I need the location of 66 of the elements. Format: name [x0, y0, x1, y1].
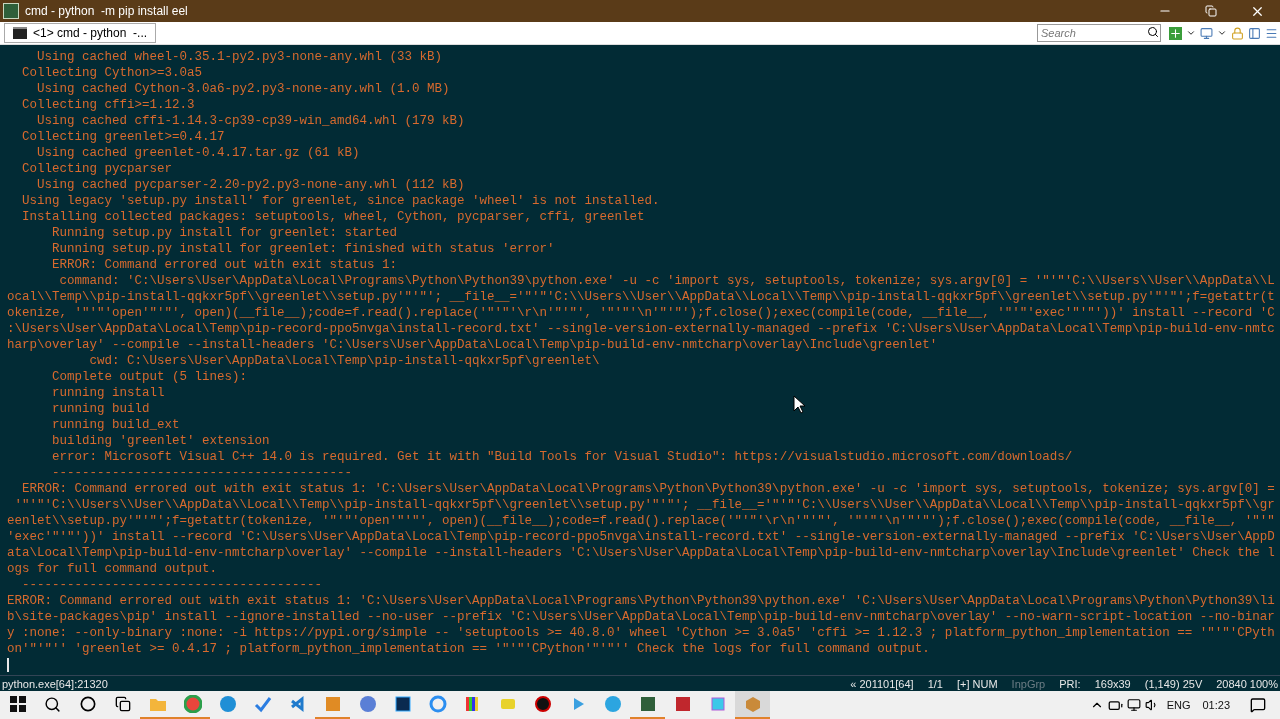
console-line: Using legacy 'setup.py install' for greenlet, since package 'wheel' is not installed.: [21, 193, 660, 209]
status-label: « 201101[64]: [850, 677, 914, 690]
console-line: ----------------------------------------: [21, 577, 323, 593]
status-label: 20840 100%: [1216, 677, 1278, 690]
console-line: y :none: --only-binary :none: -i https://pypi.org/simple -- 'setuptools >= 40.8.0' wheel 'Cython >= 3.0a5' 'cffi >= 1.12.3 ; platform_python_implementation == '"'"'CPyth: [7, 625, 1275, 641]
console-line: Collecting Cython>=3.0a5: [21, 65, 203, 81]
console-line: ----------------------------------------: [51, 465, 353, 481]
console-line: ERROR: Command errored out with exit status 1: 'C:\Users\User\AppData\Local\Programs\Python\Python39\python.exe' 'C:\Users\User\AppData\Local\Programs\Python\Python39\li: [7, 593, 1275, 609]
dropdown-icon[interactable]: [1217, 28, 1227, 38]
console-line: ata\Local\Temp\pip-build-env-nmtcharp\overlay' --compile --install-headers 'C:\Users\User\AppData\Local\Temp\pip-build-env-nmtcharp\overlay\Include\greenlet' Check the l: [7, 545, 1275, 561]
console-line: running build_ext: [51, 417, 180, 433]
search-field[interactable]: Search: [1037, 24, 1161, 42]
console-line: cwd: C:\Users\User\AppData\Local\Temp\pip-install-qqkxr5pf\greenlet\: [88, 353, 600, 369]
clock[interactable]: 01:23: [1202, 699, 1230, 711]
mouse-pointer-icon: [793, 395, 805, 414]
console-line: Running setup.py install for greenlet: started: [51, 225, 398, 241]
process-label: python.exe[64]:21320: [2, 677, 108, 690]
new-console-icon[interactable]: [1169, 26, 1182, 40]
app-icon: [3, 3, 19, 19]
console-line: Collecting pycparser: [21, 161, 173, 177]
status-label: (1,149) 25V: [1144, 677, 1203, 690]
search-icon[interactable]: [1147, 26, 1159, 38]
layout-icon[interactable]: [1200, 26, 1213, 40]
status-label: 169x39: [1094, 677, 1131, 690]
console-line: running install: [51, 385, 165, 401]
console-line: Collecting cffi>=1.12.3: [21, 97, 195, 113]
console-line: Using cached cffi-1.14.3-cp39-cp39-win_amd64.whl (179 kB): [36, 113, 465, 129]
console-line: b\site-packages\pip' install --ignore-installed --no-user --prefix 'C:\Users\User\AppData\Local\Temp\pip-build-env-nmtcharp\overlay' --no-warn-script-location --no-binar: [7, 609, 1275, 625]
menu-icon[interactable]: [1265, 26, 1278, 40]
console-line: ERROR: Command errored out with exit status 1: 'C:\Users\User\AppData\Local\Programs\Python\Python39\python.exe' -u -c 'import sys, setuptools, tokenize; sys.argv[0] =: [21, 481, 1275, 497]
console-line: running build: [51, 401, 150, 417]
console-line: Complete output (5 lines):: [51, 369, 248, 385]
status-label: PRI:: [1059, 677, 1081, 690]
status-label: 1/1: [927, 677, 943, 690]
console-line: ogs for full command output.: [7, 561, 218, 577]
console-line: command: 'C:\Users\User\AppData\Local\Programs\Python\Python39\python.exe' -u -c 'import sys, setuptools, tokenize; sys.argv[0] = '"'"'C:\\Users\\User\\AppData\\L: [58, 273, 1275, 289]
language-indicator[interactable]: ENG: [1166, 699, 1191, 711]
console-line: ERROR: Command errored out with exit status 1:: [51, 257, 398, 273]
console-line: :\Users\User\AppData\Local\Temp\pip-record-ppo5nvga\install-record.txt' --single-version-externally-managed --prefix 'C:\Users\User\AppData\Local\Temp\pip-build-env-nmtc: [7, 321, 1275, 337]
panel-icon[interactable]: [1248, 26, 1261, 40]
console-line: okenize, '"'"'open'"'"', open)(__file__);code=f.read().replace('"'"'\r\n'"'"', '"'"'\n'"'"');f.close();exec(compile(code, __file__, '"'"'exec'"'"'))' install --record 'C: [7, 305, 1275, 321]
text-cursor: [7, 658, 9, 672]
console-tab[interactable]: <1> cmd - python -...: [4, 23, 157, 43]
status-label: [+] NUM: [956, 677, 998, 690]
restore-icon[interactable]: [1205, 5, 1217, 17]
notification-icon[interactable]: [1250, 697, 1266, 713]
console-line: 'exec'"'"'))' install --record 'C:\Users\User\AppData\Local\Temp\pip-record-ppo5nvga\install-record.txt' --single-version-externally-managed --prefix 'C:\Users\User\AppD: [7, 529, 1275, 545]
console-line: building 'greenlet' extension: [51, 433, 270, 449]
console-line: Using cached wheel-0.35.1-py2.py3-none-any.whl (33 kB): [36, 49, 443, 65]
console-line: Using cached greenlet-0.4.17.tar.gz (61 kB): [36, 145, 360, 161]
dropdown-icon[interactable]: [1186, 28, 1196, 38]
console-line: Using cached pycparser-2.20-py2.py3-none-any.whl (112 kB): [36, 177, 465, 193]
console-line: error: Microsoft Visual C++ 14.0 is required. Get it with "Build Tools for Visual Studio": https://visualstudio.microsoft.com/downloads/: [51, 449, 1073, 465]
console-line: '"'"'C:\\Users\\User\\AppData\\Local\\Temp\\pip-install-qqkxr5pf\\greenlet\\setup.py'"'"'; __file__='"'"'C:\\Users\\User\\AppData\\Local\\Temp\\pip-install-qqkxr5pf\\gr: [13, 497, 1275, 513]
console-icon: [13, 27, 27, 39]
console-line: ocal\\Temp\\pip-install-qqkxr5pf\\greenlet\\setup.py'"'"'; __file__='"'"'C:\\Users\\User\\AppData\\Local\\Temp\\pip-install-qqkxr5pf\\greenlet\\setup.py'"'"';f=getattr(t: [7, 289, 1275, 305]
console-line: Using cached Cython-3.0a6-py2.py3-none-any.whl (1.0 MB): [36, 81, 450, 97]
network-icon[interactable]: [1126, 698, 1141, 712]
console-line: Installing collected packages: setuptools, wheel, Cython, pycparser, cffi, greenlet: [21, 209, 645, 225]
console-line: Collecting greenlet>=0.4.17: [21, 129, 225, 145]
console-line: on'"'"'' 'greenlet >= 0.4.17 ; platform_python_implementation == '"'"'CPython'"'"'' Check the logs for full command output.: [7, 641, 930, 657]
console-line: eenlet\\setup.py'"'"';f=getattr(tokenize, '"'"'open'"'"', open)(__file__);code=f.read().replace('"'"'\r\n'"'"', '"'"'\n'"'"');f.close();exec(compile(code, __file__, '"'": [7, 513, 1275, 529]
window-title: cmd - python -m pip install eel: [25, 4, 189, 18]
status-label: InpGrp: [1011, 677, 1046, 690]
console-line: harp\overlay' --compile --install-headers 'C:\Users\User\AppData\Local\Temp\pip-build-env-nmtcharp\overlay\Include\greenlet': [7, 337, 938, 353]
console-line: Running setup.py install for greenlet: finished with status 'error': [51, 241, 555, 257]
